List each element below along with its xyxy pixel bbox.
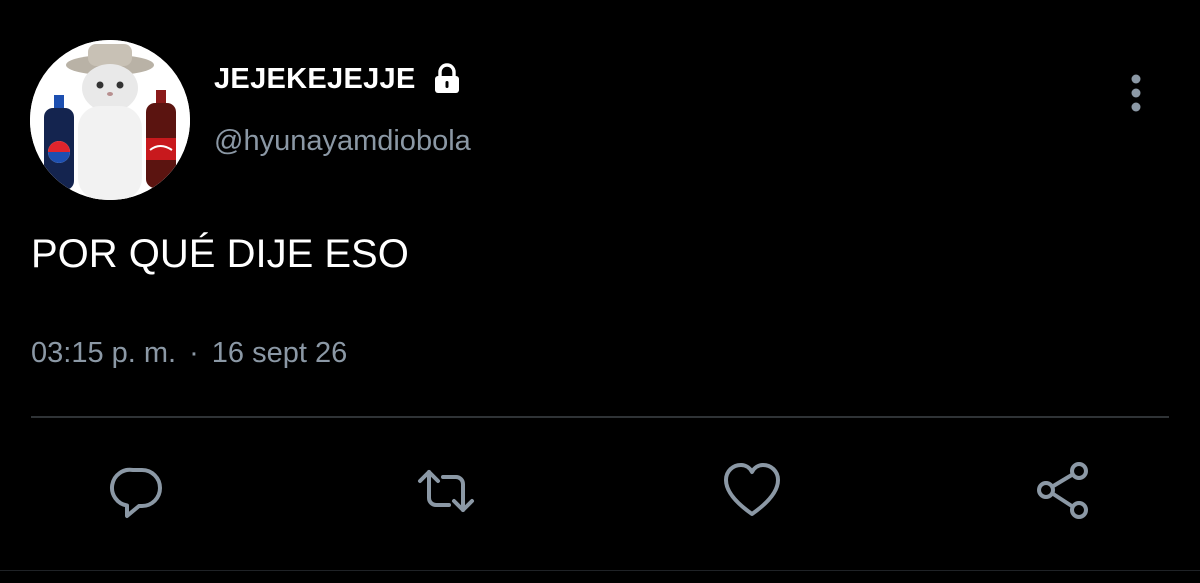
- divider: [31, 416, 1169, 418]
- meta-separator: ·: [189, 337, 199, 369]
- user-handle[interactable]: @hyunayamdiobola: [214, 125, 471, 158]
- retweet-icon: [418, 470, 474, 512]
- tweet: JEJEKEJEJJE @hyunayamdiobola POR QUÉ DIJ…: [0, 0, 1200, 583]
- more-vertical-icon: [1131, 74, 1141, 112]
- reply-icon: [110, 467, 162, 518]
- tweet-time[interactable]: 03:15 p. m.: [31, 337, 176, 370]
- share-button[interactable]: [1033, 461, 1093, 521]
- display-name[interactable]: JEJEKEJEJJE: [214, 63, 416, 96]
- avatar[interactable]: [30, 40, 190, 200]
- display-name-row: JEJEKEJEJJE: [214, 62, 464, 96]
- bottom-divider: [0, 570, 1200, 571]
- heart-icon: [724, 463, 780, 516]
- retweet-button[interactable]: [416, 461, 476, 521]
- tweet-date[interactable]: 16 sept 26: [212, 337, 347, 370]
- reply-button[interactable]: [107, 461, 167, 521]
- cat-avatar-image: [30, 40, 190, 200]
- more-options-button[interactable]: [1118, 70, 1154, 116]
- lock-icon: [430, 62, 464, 96]
- share-icon: [1037, 462, 1088, 519]
- tweet-meta: 03:15 p. m. · 16 sept 26: [31, 337, 347, 370]
- like-button[interactable]: [722, 461, 782, 521]
- tweet-text: POR QUÉ DIJE ESO: [31, 232, 409, 276]
